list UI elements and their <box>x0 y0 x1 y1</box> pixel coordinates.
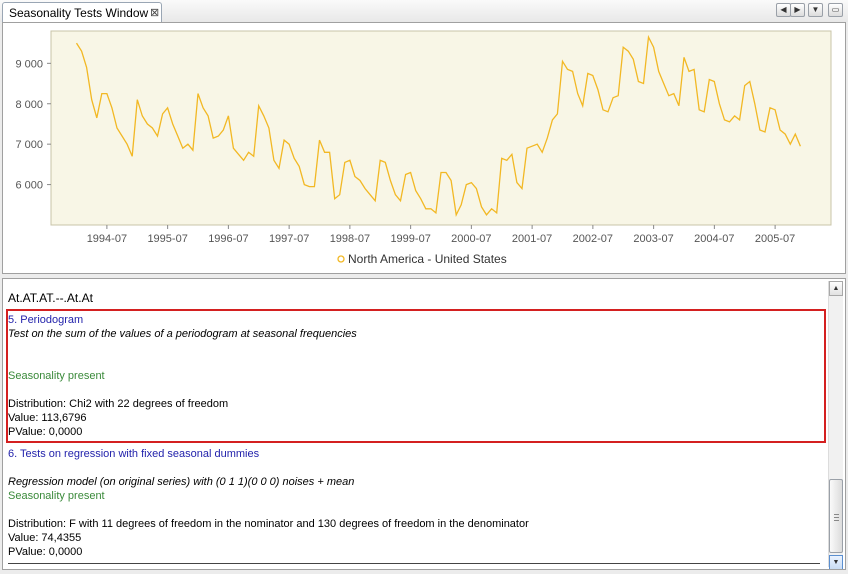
scrollbar-thumb[interactable] <box>829 479 843 553</box>
x-tick-label: 1994-07 <box>87 233 127 245</box>
x-tick-label: 2000-07 <box>451 233 491 245</box>
test6-model: Regression model (on original series) wi… <box>8 476 355 488</box>
tab-title: Seasonality Tests Window <box>9 6 149 20</box>
x-tick-label: 1996-07 <box>208 233 248 245</box>
test5-pvalue: PValue: 0,0000 <box>8 426 83 438</box>
grip-line <box>834 517 839 518</box>
test6-result: Seasonality present <box>8 490 105 502</box>
y-tick-label: 6 000 <box>15 180 43 192</box>
test5-title: 5. Periodogram <box>8 314 84 326</box>
test5-description: Test on the sum of the values of a perio… <box>8 328 357 340</box>
tab-bar: Seasonality Tests Window ⊠ ◀ ▶ ▼ ▭ <box>0 0 848 22</box>
grip-line <box>834 520 839 521</box>
truncated-line: At.AT.AT.--.At.At <box>8 291 93 305</box>
test6-title: 6. Tests on regression with fixed season… <box>8 448 260 460</box>
x-tick-label: 1995-07 <box>147 233 187 245</box>
maximize-icon[interactable]: ▭ <box>828 3 843 17</box>
test5-result: Seasonality present <box>8 370 105 382</box>
x-tick-label: 1997-07 <box>269 233 309 245</box>
y-tick-label: 7 000 <box>15 139 43 151</box>
scroll-left-icon[interactable]: ◀ <box>776 3 791 17</box>
report-panel[interactable]: At.AT.AT.--.At.At 5. Periodogram Test on… <box>2 278 846 570</box>
test6-value: Value: 74,4355 <box>8 532 82 544</box>
close-icon[interactable]: ⊠ <box>150 6 159 19</box>
dropdown-icon[interactable]: ▼ <box>808 3 823 17</box>
legend-marker-icon <box>337 255 345 263</box>
grip-line <box>834 514 839 515</box>
y-tick-label: 9 000 <box>15 58 43 70</box>
x-tick-label: 2004-07 <box>694 233 734 245</box>
x-tick-label: 2003-07 <box>633 233 673 245</box>
divider <box>8 563 820 564</box>
scroll-down-icon[interactable]: ▼ <box>829 555 843 569</box>
scroll-right-icon[interactable]: ▶ <box>790 3 805 17</box>
test5-value: Value: 113,6796 <box>8 412 87 424</box>
x-tick-label: 1999-07 <box>390 233 430 245</box>
tab-seasonality-tests[interactable]: Seasonality Tests Window ⊠ <box>2 2 162 22</box>
test5-distribution: Distribution: Chi2 with 22 degrees of fr… <box>8 398 229 410</box>
x-tick-label: 2002-07 <box>573 233 613 245</box>
x-tick-label: 2001-07 <box>512 233 552 245</box>
x-tick-label: 2005-07 <box>755 233 795 245</box>
test6-distribution: Distribution: F with 11 degrees of freed… <box>8 518 529 530</box>
chart-panel: 6 000 7 000 8 000 9 000 1994-07 1995-07 1996-… <box>2 22 846 274</box>
scroll-up-icon[interactable]: ▲ <box>829 281 843 296</box>
test6-pvalue: PValue: 0,0000 <box>8 546 83 558</box>
plot-area <box>50 30 832 226</box>
seasonality-chart: 6 000 7 000 8 000 9 000 1994-07 1995-07 1996-… <box>15 30 832 266</box>
vertical-scrollbar[interactable]: ▲ ▼ <box>828 281 843 569</box>
y-tick-label: 8 000 <box>15 99 43 111</box>
x-tick-label: 1998-07 <box>330 233 370 245</box>
legend-label: North America - United States <box>348 252 507 266</box>
